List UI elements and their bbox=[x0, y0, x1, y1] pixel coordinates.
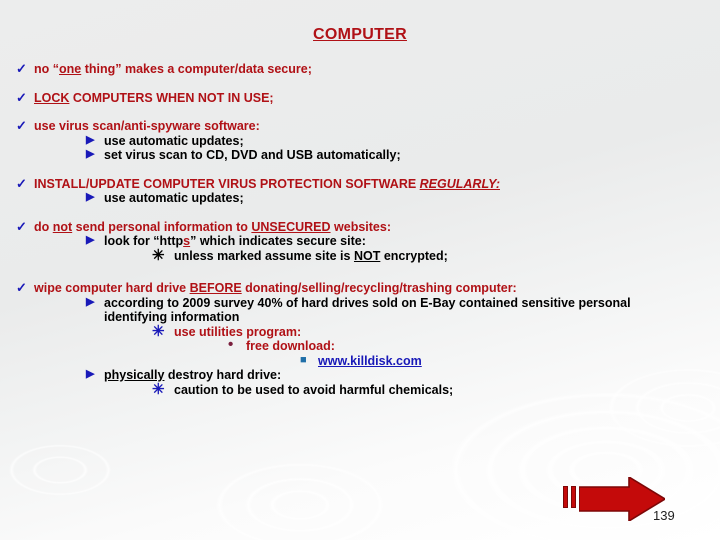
bullet-text: use virus scan/anti-spyware software: bbox=[34, 119, 260, 133]
check-icon: ✓ bbox=[16, 175, 27, 191]
text-pre: INSTALL/UPDATE COMPUTER VIRUS PROTECTION… bbox=[34, 176, 420, 191]
text-underline: one bbox=[59, 62, 82, 76]
star-icon: ✳ bbox=[152, 322, 165, 340]
check-icon: ✓ bbox=[16, 118, 27, 133]
text-post: encrypted; bbox=[380, 248, 448, 263]
text-post: websites: bbox=[330, 219, 391, 234]
next-arrow-graphic[interactable] bbox=[563, 477, 665, 521]
triangle-icon: ▶ bbox=[86, 368, 95, 380]
arrow-tail-bar-2 bbox=[571, 486, 576, 508]
star-icon: ✳ bbox=[152, 380, 165, 398]
bullet-wipe-hard-drive: ✓ wipe computer hard drive BEFORE donati… bbox=[16, 281, 720, 296]
check-icon: ✓ bbox=[16, 218, 27, 234]
bullet-text: LOCK COMPUTERS WHEN NOT IN USE; bbox=[34, 91, 720, 106]
triangle-icon: ▶ bbox=[86, 133, 95, 146]
title-row: COMPUTER bbox=[0, 0, 720, 44]
subbullet-set-virus-scan: ▶ set virus scan to CD, DVD and USB auto… bbox=[86, 148, 720, 163]
star-icon: ✳ bbox=[152, 246, 165, 264]
subbullet-physically-destroy: ▶ physically destroy hard drive: bbox=[86, 368, 720, 383]
bullet-no-one-thing: ✓ no “one thing” makes a computer/data s… bbox=[16, 62, 720, 77]
subbullet-caution-chemicals: ✳ caution to be used to avoid harmful ch… bbox=[152, 380, 720, 398]
subbullet-text: caution to be used to avoid harmful chem… bbox=[174, 382, 454, 397]
subbullet-auto-updates-1: ▶ use automatic updates; bbox=[86, 134, 720, 149]
text-underline-not: not bbox=[52, 219, 73, 234]
text-underline-unsecured: UNSECURED bbox=[251, 219, 331, 234]
text-pre: do bbox=[34, 219, 53, 234]
subbullet-text: use utilities program: bbox=[174, 324, 302, 339]
subbullet-use-utilities-program: ✳ use utilities program: bbox=[152, 322, 720, 340]
bullet-text: no “one thing” makes a computer/data sec… bbox=[34, 62, 720, 77]
subbullet-text: according to 2009 survey 40% of hard dri… bbox=[104, 296, 720, 325]
text-underline: LOCK bbox=[34, 90, 70, 105]
subbullet-text: physically destroy hard drive: bbox=[104, 368, 720, 383]
text-underline-not: NOT bbox=[353, 248, 381, 263]
subbullet-text: set virus scan to CD, DVD and USB automa… bbox=[104, 148, 401, 162]
bullet-virus-scan: ✓ use virus scan/anti-spyware software: bbox=[16, 119, 720, 134]
text-post: destroy hard drive: bbox=[164, 368, 282, 382]
subbullet-text: free download: bbox=[246, 339, 335, 353]
square-icon: ■ bbox=[300, 353, 307, 366]
text-pre: look for “http bbox=[104, 234, 184, 248]
page-title: COMPUTER bbox=[313, 26, 407, 43]
text-mid: send personal information to bbox=[72, 219, 252, 234]
check-icon: ✓ bbox=[16, 280, 27, 295]
subbullet-text: unless marked assume site is NOT encrypt… bbox=[174, 249, 720, 264]
link-container[interactable]: www.killdisk.com bbox=[318, 354, 720, 369]
text-underline-before: BEFORE bbox=[189, 281, 242, 295]
dot-icon: • bbox=[228, 336, 234, 353]
bullet-text: wipe computer hard drive BEFORE donating… bbox=[34, 281, 720, 296]
bullet-do-not-send-personal-info: ✓ do not send personal information to UN… bbox=[16, 218, 720, 235]
arrow-tail-bar-1 bbox=[563, 486, 568, 508]
triangle-icon: ▶ bbox=[86, 234, 95, 246]
text-line-1: according to 2009 survey 40% of hard dri… bbox=[104, 295, 631, 310]
text-line-2: identifying information bbox=[104, 310, 240, 324]
killdisk-link[interactable]: www.killdisk.com bbox=[318, 354, 422, 368]
subbullet-look-for-https: ▶ look for “https” which indicates secur… bbox=[86, 234, 720, 249]
subbullet-free-download: • free download: bbox=[228, 336, 720, 354]
page-number: 139 bbox=[653, 508, 675, 523]
bullet-text: do not send personal information to UNSE… bbox=[34, 220, 720, 235]
subbullet-unless-marked: ✳ unless marked assume site is NOT encry… bbox=[152, 246, 720, 264]
subbullet-text: use automatic updates; bbox=[104, 133, 244, 148]
triangle-icon: ▶ bbox=[86, 191, 95, 203]
text-pre: wipe computer hard drive bbox=[34, 281, 190, 295]
text-post: ” which indicates secure site: bbox=[190, 234, 366, 248]
subbullet-text: look for “https” which indicates secure … bbox=[104, 234, 720, 249]
bullet-text: INSTALL/UPDATE COMPUTER VIRUS PROTECTION… bbox=[34, 177, 720, 192]
triangle-icon: ▶ bbox=[86, 295, 95, 308]
text-underline-physically: physically bbox=[104, 368, 165, 382]
text-post: donating/selling/recycling/trashing comp… bbox=[241, 281, 517, 295]
triangle-icon: ▶ bbox=[86, 148, 95, 160]
subbullet-2009-survey: ▶ according to 2009 survey 40% of hard d… bbox=[86, 296, 720, 325]
check-icon: ✓ bbox=[16, 89, 27, 105]
bullet-lock-computers: ✓ LOCK COMPUTERS WHEN NOT IN USE; bbox=[16, 89, 720, 106]
text-pre: no “ bbox=[34, 62, 59, 76]
bullet-install-update-protection: ✓ INSTALL/UPDATE COMPUTER VIRUS PROTECTI… bbox=[16, 175, 720, 192]
subbullet-killdisk-link[interactable]: ■ www.killdisk.com bbox=[300, 354, 720, 369]
subbullet-auto-updates-2: ▶ use automatic updates; bbox=[86, 191, 720, 206]
text-pre: unless marked assume site is bbox=[174, 248, 354, 263]
text-post: COMPUTERS WHEN NOT IN USE; bbox=[69, 90, 274, 105]
check-icon: ✓ bbox=[16, 61, 27, 76]
text-underline-italic: REGULARLY: bbox=[419, 176, 500, 191]
text-post: thing” makes a computer/data secure; bbox=[81, 62, 312, 76]
subbullet-text: use automatic updates; bbox=[104, 191, 244, 205]
